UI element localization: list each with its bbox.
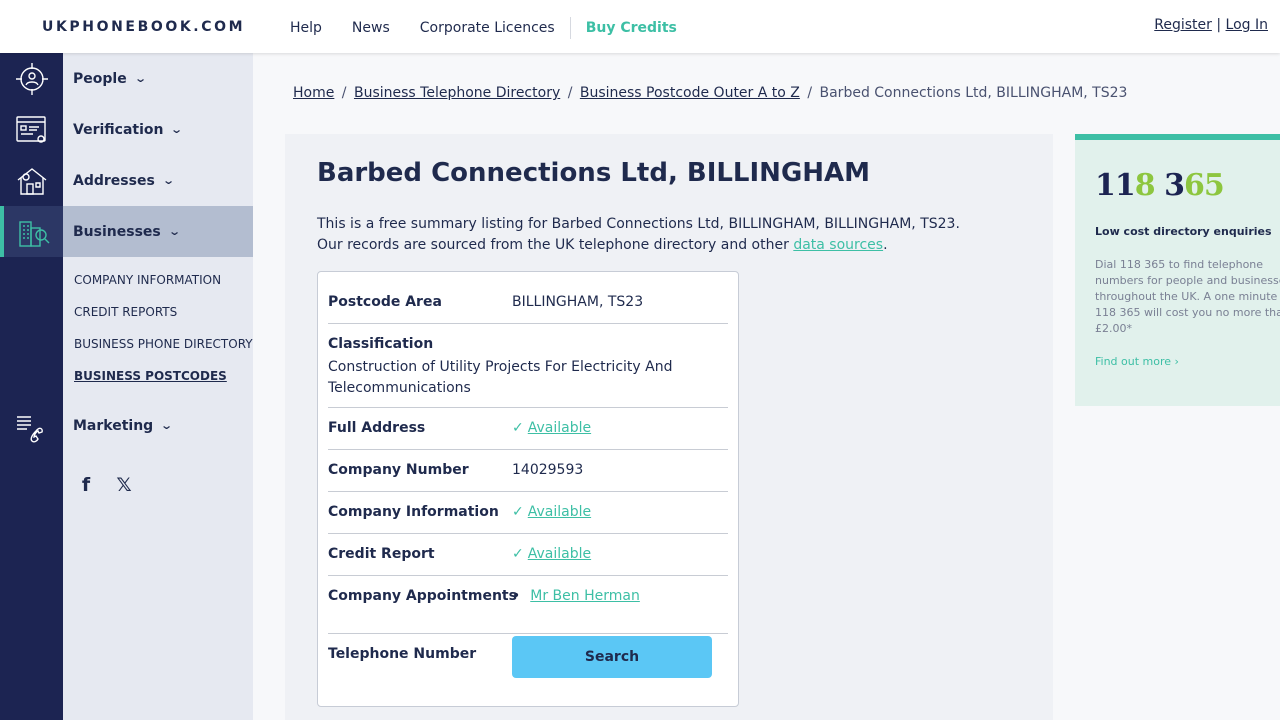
- ad-logo-part: 65: [1183, 168, 1225, 203]
- ad-logo-part: 3: [1164, 168, 1185, 203]
- appointment-link[interactable]: Mr Ben Herman: [530, 588, 640, 604]
- chevron-down-icon: ⌄: [170, 123, 184, 136]
- ad-logo-part: 11: [1095, 168, 1136, 203]
- nav-news-link[interactable]: News: [352, 20, 390, 36]
- icon-rail: [0, 53, 63, 720]
- chevron-right-icon: ›: [1174, 355, 1179, 368]
- intro-text: Our records are sourced from the UK tele…: [317, 237, 794, 253]
- sidebar-item-label: Addresses: [73, 172, 155, 189]
- bullet-icon: •: [512, 588, 521, 604]
- breadcrumb-postcode[interactable]: Business Postcode Outer A to Z: [580, 85, 800, 101]
- data-sources-link[interactable]: data sources: [793, 237, 883, 253]
- breadcrumb-directory[interactable]: Business Telephone Directory: [354, 85, 560, 101]
- breadcrumb: Home / Business Telephone Directory / Bu…: [293, 85, 1127, 101]
- subnav-company-information[interactable]: COMPANY INFORMATION: [74, 272, 253, 304]
- ad-find-out-more-link[interactable]: Find out more ›: [1095, 355, 1179, 368]
- company-number-label: Company Number: [328, 462, 469, 478]
- chevron-down-icon: ⌄: [133, 72, 147, 85]
- company-information-available-link[interactable]: Available: [528, 504, 591, 520]
- chevron-down-icon: ⌄: [160, 419, 174, 432]
- sidebar-item-verification[interactable]: Verification ⌄: [63, 104, 253, 155]
- postcode-label: Postcode Area: [328, 294, 442, 310]
- breadcrumb-home[interactable]: Home: [293, 85, 334, 101]
- chevron-down-icon: ⌄: [167, 225, 181, 238]
- top-nav: Help News Corporate Licences Buy Credits: [290, 17, 707, 39]
- subnav-credit-reports[interactable]: CREDIT REPORTS: [74, 304, 253, 336]
- check-icon: ✓: [512, 420, 524, 436]
- company-information-label: Company Information: [328, 504, 499, 520]
- page-title: Barbed Connections Ltd, BILLINGHAM: [317, 158, 871, 188]
- intro-end: .: [883, 237, 888, 253]
- ad-logo: 118 365: [1095, 168, 1225, 203]
- listing-panel: Barbed Connections Ltd, BILLINGHAM This …: [285, 134, 1053, 720]
- businesses-subnav: COMPANY INFORMATION CREDIT REPORTS BUSIN…: [74, 272, 253, 400]
- login-link[interactable]: Log In: [1226, 17, 1268, 33]
- side-nav: People ⌄ Verification ⌄ Addresses ⌄ Busi…: [63, 53, 253, 720]
- breadcrumb-separator: /: [807, 85, 813, 101]
- intro-line: Our records are sourced from the UK tele…: [317, 235, 1017, 256]
- sidebar-item-businesses[interactable]: Businesses ⌄: [63, 206, 253, 257]
- classification-value: Construction of Utility Projects For Ele…: [328, 359, 673, 396]
- intro-line: This is a free summary listing for Barbe…: [317, 216, 960, 232]
- top-bar: UKPHONEBOOK.COM Help News Corporate Lice…: [0, 0, 1280, 53]
- sidebar-item-addresses[interactable]: Addresses ⌄: [63, 155, 253, 206]
- check-icon: ✓: [512, 546, 524, 562]
- breadcrumb-separator: /: [341, 85, 347, 101]
- social-links: f 𝕏: [77, 474, 133, 496]
- full-address-available-link[interactable]: Available: [528, 420, 591, 436]
- ad-link-label: Find out more: [1095, 355, 1172, 368]
- ad-body: Dial 118 365 to find telephone numbers f…: [1095, 258, 1280, 335]
- chevron-down-icon: ⌄: [161, 174, 175, 187]
- listing-details-card: Postcode Area BILLINGHAM, TS23 Classific…: [317, 271, 739, 707]
- company-information-row: Company Information ✓ Available: [328, 504, 728, 534]
- sidebar-item-marketing[interactable]: Marketing ⌄: [63, 400, 253, 451]
- verification-icon[interactable]: [0, 104, 63, 155]
- x-icon[interactable]: 𝕏: [115, 474, 133, 496]
- listing-intro: This is a free summary listing for Barbe…: [317, 214, 1017, 256]
- classification-row: Classification Construction of Utility P…: [328, 336, 728, 408]
- nav-buy-credits-link[interactable]: Buy Credits: [586, 20, 677, 36]
- house-search-icon[interactable]: [0, 155, 63, 206]
- subnav-business-postcodes[interactable]: BUSINESS POSTCODES: [74, 368, 253, 400]
- sidebar-item-label: Businesses: [73, 223, 161, 240]
- ad-title: Low cost directory enquiries: [1095, 225, 1272, 238]
- nav-divider: [569, 17, 571, 39]
- nav-corporate-licences-link[interactable]: Corporate Licences: [420, 20, 555, 36]
- ad-logo-part: 8: [1134, 168, 1156, 203]
- company-number-value: 14029593: [512, 462, 584, 478]
- credit-report-row: Credit Report ✓ Available: [328, 546, 728, 576]
- sidebar-item-label: People: [73, 70, 127, 87]
- buildings-search-icon[interactable]: [0, 206, 63, 257]
- breadcrumb-current: Barbed Connections Ltd, BILLINGHAM, TS23: [819, 85, 1128, 101]
- breadcrumb-separator: /: [567, 85, 573, 101]
- auth-links: Register | Log In: [1154, 17, 1268, 33]
- full-address-row: Full Address ✓ Available: [328, 420, 728, 450]
- directory-enquiries-ad[interactable]: 118 365 Low cost directory enquiries Dia…: [1075, 134, 1280, 406]
- telephone-label: Telephone Number: [328, 646, 477, 662]
- postcode-row: Postcode Area BILLINGHAM, TS23: [328, 294, 728, 324]
- people-target-icon[interactable]: [0, 53, 63, 104]
- facebook-icon[interactable]: f: [77, 474, 95, 496]
- company-appointments-row: Company Appointments • Mr Ben Herman: [328, 588, 728, 634]
- company-number-row: Company Number 14029593: [328, 462, 728, 492]
- auth-separator: |: [1216, 17, 1222, 33]
- sidebar-item-label: Marketing: [73, 417, 154, 434]
- sidebar-item-label: Verification: [73, 121, 164, 138]
- telephone-row: Telephone Number Search: [328, 636, 728, 696]
- full-address-label: Full Address: [328, 420, 426, 436]
- register-link[interactable]: Register: [1154, 17, 1212, 33]
- sidebar-item-people[interactable]: People ⌄: [63, 53, 253, 104]
- credit-report-label: Credit Report: [328, 546, 435, 562]
- telephone-search-button[interactable]: Search: [512, 636, 712, 678]
- classification-label: Classification: [328, 336, 434, 352]
- credit-report-available-link[interactable]: Available: [528, 546, 591, 562]
- subnav-business-phone-directory[interactable]: BUSINESS PHONE DIRECTORY: [74, 336, 253, 368]
- check-icon: ✓: [512, 504, 524, 520]
- company-appointments-label: Company Appointments: [328, 588, 517, 604]
- postcode-value: BILLINGHAM, TS23: [512, 294, 644, 310]
- telephone-list-icon[interactable]: [0, 403, 63, 454]
- nav-help-link[interactable]: Help: [290, 20, 322, 36]
- site-logo[interactable]: UKPHONEBOOK.COM: [42, 19, 245, 35]
